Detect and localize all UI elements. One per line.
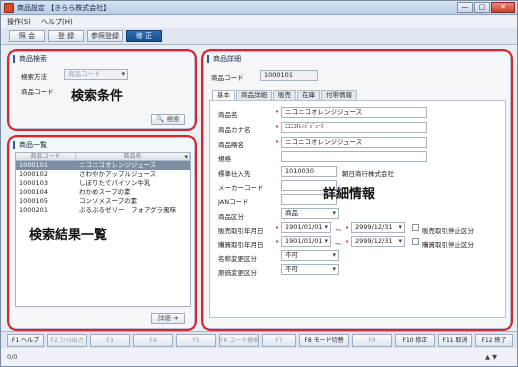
maximize-button[interactable]: □ [474,2,490,13]
f10-edit-key[interactable]: F10 修正 [395,334,435,347]
search-highlight-frame [7,49,197,131]
function-key-bar: F1 ヘルプ F2 ﾌｧｲﾙ出力 F3 F4 F5 F6 コード検索 F7 F8… [1,331,517,348]
f9-key[interactable]: F9 [352,334,392,347]
results-highlight-frame [7,135,197,331]
f6-code-search-key[interactable]: F6 コード検索 [219,334,259,347]
register-mode-button[interactable]: 登 録 [48,30,84,42]
menu-operation[interactable]: 操作(S) [7,17,31,27]
edit-mode-button[interactable]: 修 正 [126,30,162,42]
f2-export-key[interactable]: F2 ﾌｧｲﾙ出力 [47,334,87,347]
f12-exit-key[interactable]: F12 終了 [475,334,513,347]
window-title: 商品設定 【きらら株式会社】 [17,4,111,12]
f8-mode-switch-key[interactable]: F8 モード切替 [299,334,349,347]
scroll-arrows-icon[interactable]: ▲ ▼ [485,353,497,361]
title-bar: 商品設定 【きらら株式会社】 — □ ✕ [1,1,517,15]
mode-toolbar: 照 会 登 録 参照登録 修 正 [1,28,517,45]
f1-help-key[interactable]: F1 ヘルプ [7,334,44,347]
f4-key[interactable]: F4 [133,334,173,347]
app-icon [4,3,14,13]
f11-cancel-key[interactable]: F11 取消 [438,334,472,347]
window-controls: — □ ✕ [457,2,515,13]
detail-highlight-frame [201,49,513,331]
f3-key[interactable]: F3 [90,334,130,347]
close-button[interactable]: ✕ [491,2,515,13]
f5-key[interactable]: F5 [176,334,216,347]
menu-bar: 操作(S) ヘルプ(H) [1,16,517,27]
status-bar: 0/0 ▲ ▼ [1,349,517,366]
menu-help[interactable]: ヘルプ(H) [41,17,73,27]
inquiry-mode-button[interactable]: 照 会 [9,30,45,42]
reference-register-mode-button[interactable]: 参照登録 [87,30,123,42]
minimize-button[interactable]: — [457,2,473,13]
f7-key[interactable]: F7 [262,334,296,347]
app-window: 商品設定 【きらら株式会社】 — □ ✕ 操作(S) ヘルプ(H) 照 会 登 … [0,0,518,367]
record-counter: 0/0 [7,353,18,361]
